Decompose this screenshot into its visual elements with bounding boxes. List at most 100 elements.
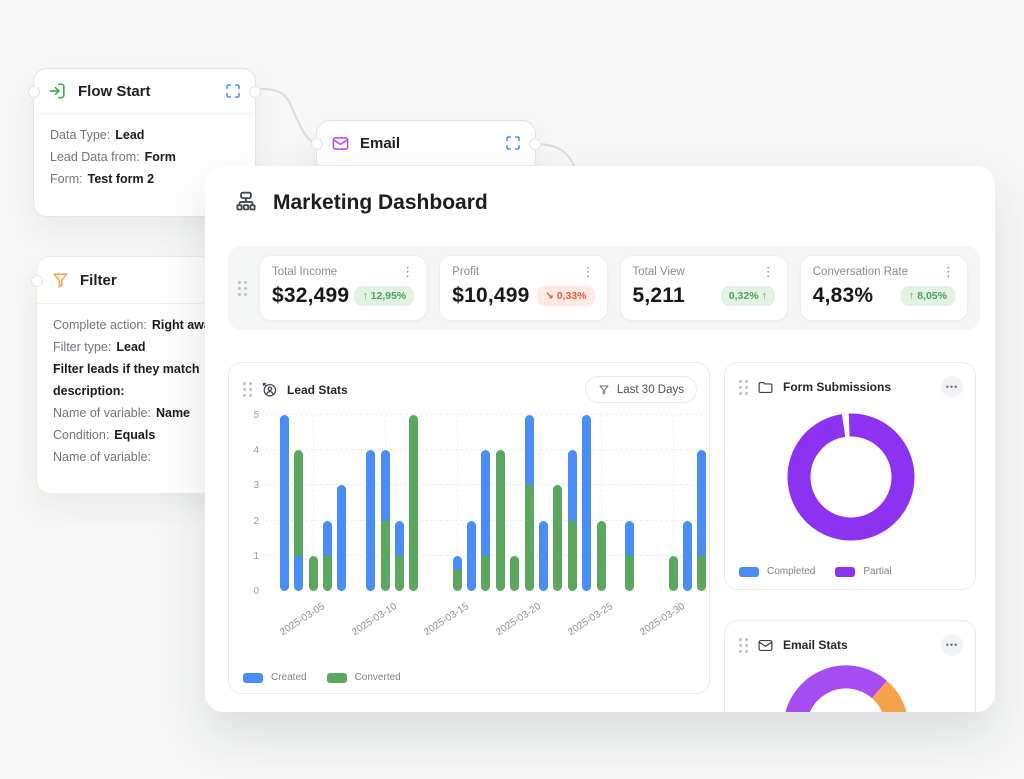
bar-segment-converted — [669, 556, 678, 591]
bar-segment-converted — [510, 556, 519, 591]
stat-label: Total View — [633, 266, 685, 278]
wire-flowstart-to-email — [261, 89, 316, 143]
lead-stats-panel: Lead Stats Last 30 Days 0123452025-03-05… — [228, 362, 710, 694]
bar — [280, 415, 289, 591]
legend-item: Created — [243, 672, 307, 683]
bar-segment-created — [697, 450, 706, 556]
node-field-label: Form: — [50, 172, 83, 186]
bar-segment-converted — [568, 521, 577, 591]
envelope-icon — [757, 637, 774, 654]
node-field-value: Lead — [116, 340, 145, 354]
bar-segment-created — [337, 485, 346, 591]
legend-label: Completed — [767, 566, 815, 577]
bar — [366, 450, 375, 591]
node-title: Email — [360, 135, 495, 152]
connector-dot[interactable] — [31, 275, 43, 287]
kebab-menu-icon[interactable]: ⋮ — [582, 266, 595, 278]
bar — [409, 415, 418, 591]
lead-stats-bar-chart: 0123452025-03-052025-03-102025-03-152025… — [265, 415, 709, 591]
date-filter-button[interactable]: Last 30 Days — [585, 376, 697, 403]
bar — [582, 415, 591, 591]
legend-label: Converted — [355, 672, 401, 683]
y-axis-tick-label: 2 — [241, 516, 259, 527]
bar-segment-created — [568, 450, 577, 520]
gridline — [265, 414, 703, 415]
folder-icon — [757, 379, 774, 396]
lead-stats-icon — [261, 381, 278, 398]
drag-handle-icon[interactable] — [739, 380, 748, 395]
connector-dot[interactable] — [249, 86, 261, 98]
legend-item: Completed — [739, 566, 815, 577]
stats-row: Total Income⋮$32,499↑ 12,95%Profit⋮$10,4… — [228, 246, 980, 330]
email-stats-donut-chart — [776, 658, 916, 712]
panel-title: Lead Stats — [287, 383, 576, 397]
bar — [669, 556, 678, 591]
drag-handle-icon[interactable] — [739, 638, 748, 653]
bar-segment-created — [525, 415, 534, 485]
drag-handle-icon[interactable] — [243, 382, 252, 397]
node-field-label: Condition: — [53, 428, 109, 442]
flow-start-icon — [48, 81, 68, 101]
kebab-menu-icon[interactable]: ⋮ — [762, 266, 775, 278]
email-stats-panel: Email Stats ••• — [724, 620, 976, 712]
node-field-label: Lead Data from: — [50, 150, 140, 164]
filter-icon — [51, 271, 70, 290]
bar — [294, 450, 303, 591]
bar-segment-converted — [496, 450, 505, 591]
page-title: Marketing Dashboard — [273, 191, 488, 215]
bar — [381, 450, 390, 591]
bar-segment-converted — [697, 556, 706, 591]
legend-item: Converted — [327, 672, 401, 683]
flow-builder-canvas: Flow Start Data Type:LeadLead Data from:… — [0, 0, 1024, 779]
connector-dot[interactable] — [529, 138, 541, 150]
node-field-value: Name — [156, 406, 190, 420]
form-donut-ring — [797, 423, 905, 531]
legend-label: Partial — [863, 566, 891, 577]
more-options-button[interactable]: ••• — [941, 634, 963, 656]
bar-segment-created — [683, 521, 692, 591]
node-field-value: Equals — [114, 428, 155, 442]
stat-value: 5,211 — [633, 284, 685, 308]
connector-dot[interactable] — [28, 86, 40, 98]
trend-badge: ↑ 8,05% — [901, 286, 955, 306]
kebab-menu-icon[interactable]: ⋮ — [401, 266, 414, 278]
bar-segment-created — [481, 450, 490, 556]
bar-segment-converted — [381, 521, 390, 591]
flow-start-header[interactable]: Flow Start — [34, 69, 255, 114]
stat-label: Profit — [452, 266, 479, 278]
expand-icon[interactable] — [505, 135, 521, 151]
panel-title: Form Submissions — [783, 380, 932, 394]
bar-segment-converted — [525, 485, 534, 591]
bar-segment-created — [323, 521, 332, 556]
panel-title: Email Stats — [783, 638, 932, 652]
bar — [309, 556, 318, 591]
node-title: Flow Start — [78, 83, 215, 100]
node-field-row: Lead Data from:Form — [50, 146, 239, 168]
bar-segment-converted — [481, 556, 490, 591]
form-submissions-header: Form Submissions ••• — [725, 363, 975, 406]
drag-handle-icon[interactable] — [238, 281, 247, 296]
email-donut-arc-purple — [795, 677, 880, 712]
stat-label: Total Income — [272, 266, 337, 278]
expand-icon[interactable] — [225, 83, 241, 99]
bar-segment-created — [395, 521, 404, 556]
bar — [683, 521, 692, 591]
node-field-label: Complete action: — [53, 318, 147, 332]
stat-card: Profit⋮$10,499↘ 0,33% — [439, 255, 607, 321]
bar-segment-created — [366, 450, 375, 591]
dashboard-header: Marketing Dashboard — [205, 166, 995, 226]
stat-label: Conversation Rate — [813, 266, 908, 278]
bar — [481, 450, 490, 591]
bar-segment-created — [625, 521, 634, 556]
kebab-menu-icon[interactable]: ⋮ — [942, 266, 955, 278]
x-axis-tick-label: 2025-03-30 — [638, 601, 687, 638]
bar-segment-converted — [553, 485, 562, 591]
stat-card: Total Income⋮$32,499↑ 12,95% — [259, 255, 427, 321]
email-node-header[interactable]: Email — [317, 121, 535, 166]
more-options-button[interactable]: ••• — [941, 376, 963, 398]
x-axis-tick-label: 2025-03-25 — [566, 601, 615, 638]
legend-swatch — [243, 673, 263, 683]
connector-dot[interactable] — [311, 138, 323, 150]
bar — [496, 450, 505, 591]
bar-segment-created — [280, 415, 289, 591]
